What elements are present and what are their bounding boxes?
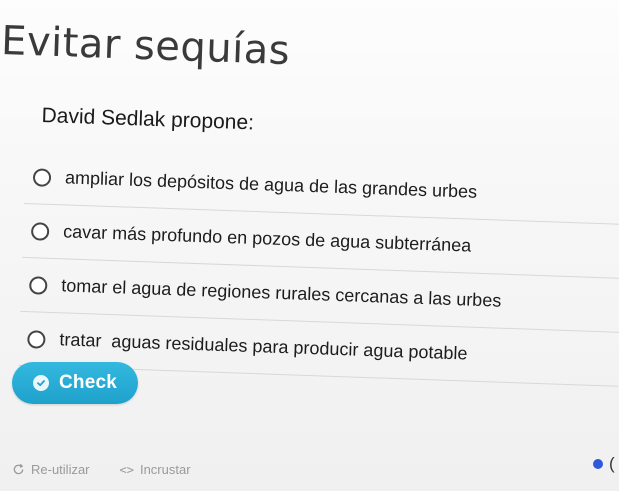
embed-link[interactable]: <> Incrustar [120,462,191,477]
reload-icon [12,463,25,476]
partial-text: ( [609,454,615,473]
code-icon: <> [119,462,134,477]
radio-button[interactable] [32,167,52,187]
reuse-link[interactable]: Re-utilizar [12,462,90,477]
reuse-label: Re-utilizar [31,462,90,477]
option-label: ampliar los depósitos de agua de las gra… [64,167,478,202]
check-button-label: Check [58,372,118,393]
question-text: David Sedlak propone: [41,104,255,135]
embed-label: Incrustar [139,462,191,477]
quiz-title: Evitar sequías [0,18,291,75]
status-dot [593,459,603,469]
check-button[interactable]: Check [12,362,138,404]
radio-button[interactable] [30,221,50,241]
options-list: ampliar los depósitos de agua de las gra… [18,150,619,387]
option-label: cavar más profundo en pozos de agua subt… [62,221,472,256]
footer: Re-utilizar <> Incrustar [12,462,221,477]
option-label: tratar aguas residuales para producir ag… [59,329,468,364]
option-label: tomar el agua de regiones rurales cercan… [60,275,502,311]
radio-button[interactable] [27,329,46,349]
radio-button[interactable] [28,275,48,295]
check-circle-icon [32,375,49,391]
